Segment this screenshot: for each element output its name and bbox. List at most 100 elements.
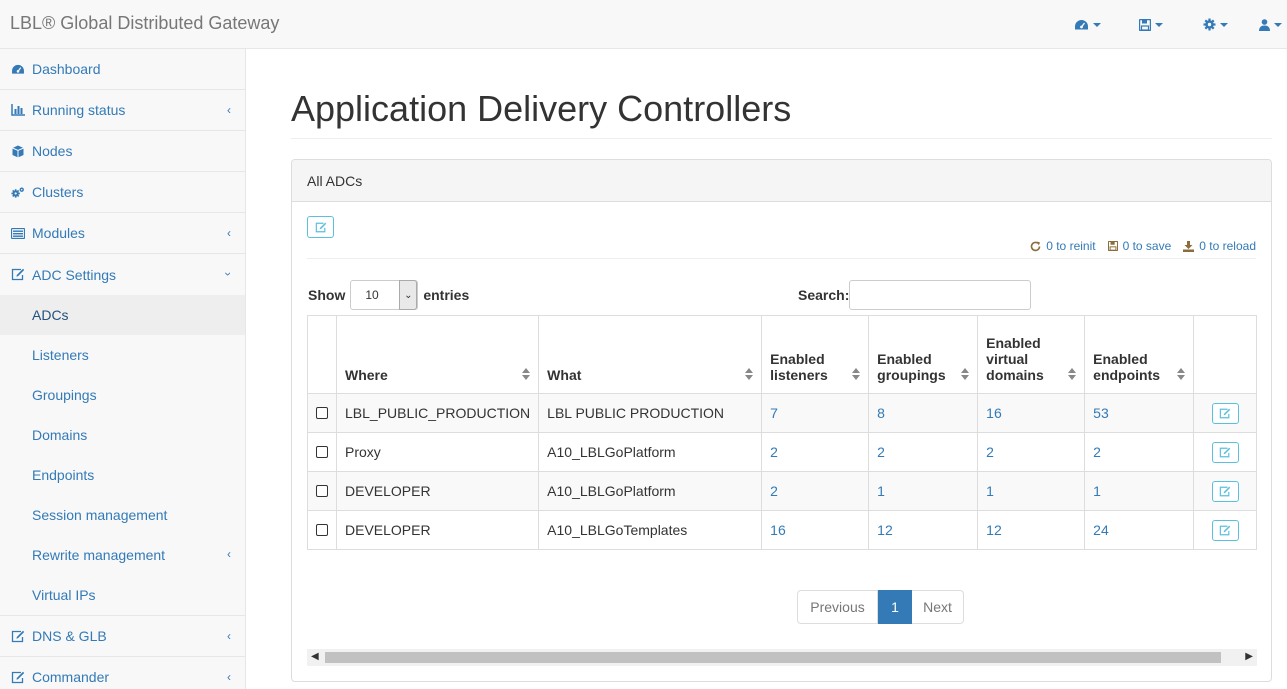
header-label: Enabled [770,351,825,367]
save-link[interactable]: 0 to save [1107,239,1171,253]
previous-page-button[interactable]: Previous [797,590,878,624]
table-row: DEVELOPER A10_LBLGoPlatform 2 1 1 1 [307,471,1257,511]
sidebar-item-running-status[interactable]: Running status ‹ [0,90,245,131]
chevron-down-icon [1274,22,1282,27]
listeners-link[interactable]: 7 [770,405,778,421]
endpoints-link[interactable]: 53 [1093,405,1109,421]
actions-column-header [1193,315,1257,394]
chevron-left-icon: ‹ [227,103,231,117]
chevron-down-icon: ⌄ [399,280,418,310]
sidebar-item-clusters[interactable]: Clusters [0,172,245,213]
chevron-left-icon: ‹ [227,547,231,561]
panel-title: All ADCs [292,160,1271,202]
row-edit-button[interactable] [1211,441,1239,463]
listeners-link[interactable]: 2 [770,483,778,499]
sidebar-item-dashboard[interactable]: Dashboard [0,49,245,90]
sidebar-item-label: Clusters [32,184,84,200]
cell-where: LBL_PUBLIC_PRODUCTION [335,393,540,433]
save-menu-button[interactable] [1119,0,1183,49]
save-icon [1139,18,1151,31]
column-header-where[interactable]: Where [335,315,540,394]
header-label: Where [345,367,388,383]
sidebar-item-session-management[interactable]: Session management [0,495,245,535]
search-control: Search: [798,280,1032,310]
sidebar-item-virtual-ips[interactable]: Virtual IPs [0,575,245,615]
horizontal-scrollbar[interactable]: ◀ ▶ [307,649,1257,666]
row-checkbox[interactable] [316,407,328,419]
listeners-link[interactable]: 16 [770,522,786,538]
status-links: 0 to reinit 0 to save 0 to reload [1030,239,1256,253]
sidebar-item-domains[interactable]: Domains [0,415,245,455]
page-1-button[interactable]: 1 [878,590,912,624]
row-edit-button[interactable] [1211,480,1239,502]
scrollbar-thumb[interactable] [325,652,1221,663]
column-header-what[interactable]: What [538,315,763,394]
groupings-link[interactable]: 2 [877,444,885,460]
sidebar-item-dns-glb[interactable]: DNS & GLB ‹ [0,616,245,657]
row-checkbox[interactable] [316,446,328,458]
sidebar-item-label: ADC Settings [32,266,117,283]
edit-icon [1219,408,1231,418]
sidebar-item-label: Dashboard [32,61,101,77]
sidebar-item-modules[interactable]: Modules ‹ [0,213,245,254]
header-label: Enabled [877,351,932,367]
download-icon [1183,240,1195,252]
column-header-enabled-virtual-domains[interactable]: Enabled virtual domains [977,315,1086,394]
row-edit-button[interactable] [1211,519,1239,541]
sidebar-item-groupings[interactable]: Groupings [0,375,245,415]
virtual-domains-link[interactable]: 1 [986,483,994,499]
navbar-menu [1055,0,1287,49]
row-checkbox[interactable] [316,485,328,497]
header-label: groupings [877,367,946,383]
listeners-link[interactable]: 2 [770,444,778,460]
virtual-domains-link[interactable]: 2 [986,444,994,460]
column-header-enabled-groupings[interactable]: Enabled groupings [868,315,979,394]
sidebar-item-adcs[interactable]: ADCs [0,295,245,335]
user-menu-button[interactable] [1247,0,1287,49]
sidebar: Dashboard Running status ‹ Nodes Cluster… [0,49,246,689]
chevron-left-icon: ‹ [227,629,231,643]
sidebar-item-nodes[interactable]: Nodes [0,131,245,172]
cell-what: LBL PUBLIC PRODUCTION [538,393,763,433]
table-header-row: Where What Enabled listeners Enabled gro… [307,315,1257,394]
chevron-down-icon [1155,22,1163,27]
edit-button[interactable] [307,216,334,238]
entries-select[interactable]: 10 ⌄ [350,280,419,310]
edit-icon [11,629,25,643]
groupings-link[interactable]: 12 [877,522,893,538]
adc-settings-submenu: ADCs Listeners Groupings Domains Endpoin… [0,295,245,616]
endpoints-link[interactable]: 1 [1093,483,1101,499]
endpoints-link[interactable]: 2 [1093,444,1101,460]
status-divider [307,258,1256,259]
chevron-down-icon [1092,22,1101,27]
show-label: Show [308,287,346,303]
reinit-link[interactable]: 0 to reinit [1030,239,1096,253]
column-header-enabled-listeners[interactable]: Enabled listeners [761,315,870,394]
endpoints-link[interactable]: 24 [1093,522,1109,538]
reload-link[interactable]: 0 to reload [1183,239,1256,253]
row-edit-button[interactable] [1211,402,1239,424]
groupings-link[interactable]: 8 [877,405,885,421]
row-checkbox[interactable] [316,524,328,536]
virtual-domains-link[interactable]: 16 [986,405,1002,421]
sidebar-item-commander[interactable]: Commander ‹ [0,657,245,689]
cell-what: A10_LBLGoPlatform [538,432,763,472]
virtual-domains-link[interactable]: 12 [986,522,1002,538]
sidebar-item-label: Modules [32,225,85,241]
brand-title[interactable]: LBL® Global Distributed Gateway [10,13,279,34]
search-input[interactable] [849,280,1032,310]
sidebar-item-listeners[interactable]: Listeners [0,335,245,375]
column-header-enabled-endpoints[interactable]: Enabled endpoints [1084,315,1195,394]
sidebar-item-label: Commander [32,669,110,685]
scroll-right-icon[interactable]: ▶ [1245,651,1253,662]
settings-menu-button[interactable] [1183,0,1247,49]
groupings-link[interactable]: 1 [877,483,885,499]
scroll-left-icon[interactable]: ◀ [311,651,319,662]
sidebar-item-endpoints[interactable]: Endpoints [0,455,245,495]
next-page-button[interactable]: Next [912,590,964,624]
sidebar-item-rewrite-management[interactable]: Rewrite management ‹ [0,535,245,575]
header-label: endpoints [1093,367,1161,383]
dashboard-menu-button[interactable] [1055,0,1119,49]
edit-icon [11,670,25,684]
sidebar-item-adc-settings[interactable]: ADC Settings ‹ [0,254,245,295]
